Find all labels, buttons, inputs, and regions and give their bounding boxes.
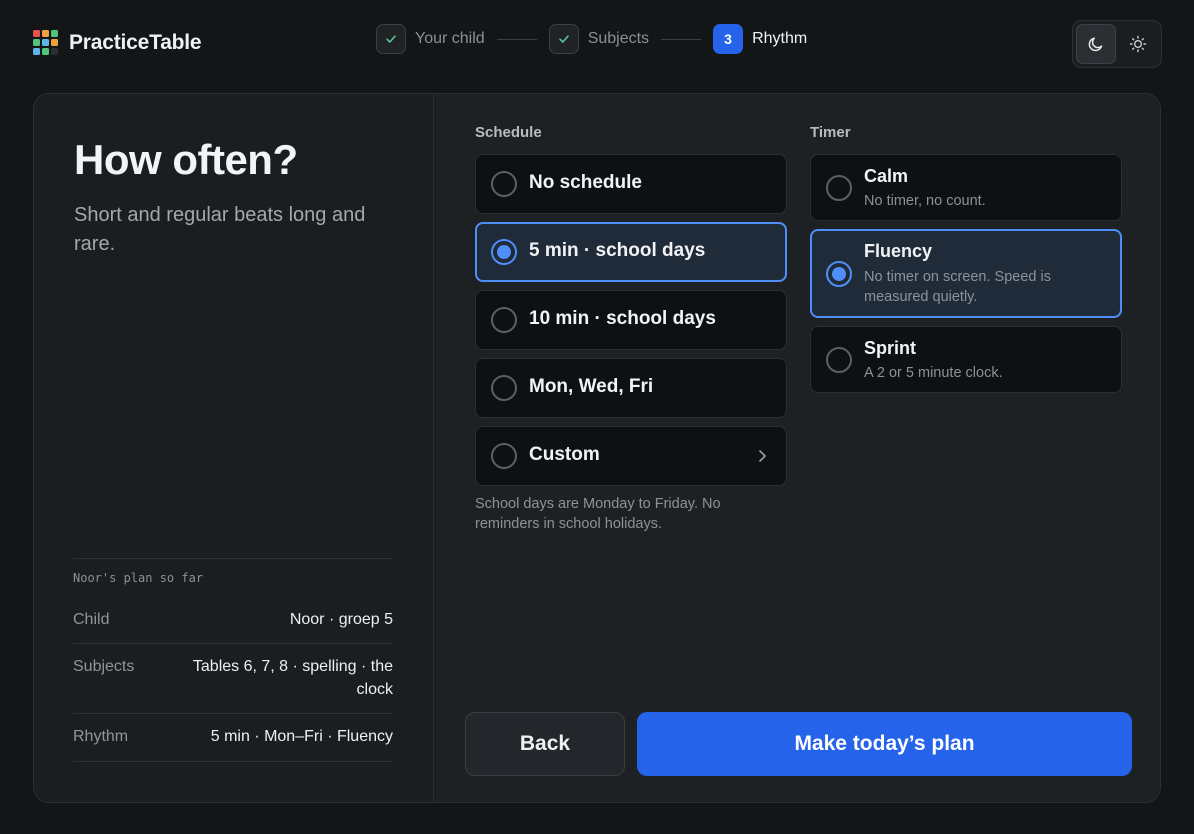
page-title: How often? [74,136,298,183]
timer-option-sprint[interactable]: Sprint A 2 or 5 minute clock. [810,326,1122,393]
radio-button-selected[interactable] [826,261,852,287]
schedule-option-10min-school-days[interactable]: 10 min · school days [475,290,787,350]
radio-button[interactable] [491,375,517,401]
radio-button[interactable] [491,171,517,197]
radio-button[interactable] [826,175,852,201]
radio-button-selected[interactable] [491,239,517,265]
summary-value: 5 min · Mon–Fri · Fluency [210,728,393,745]
chevron-right-icon [759,450,766,462]
dark-mode-button[interactable] [1076,24,1116,64]
timer-option-fluency[interactable]: Fluency No timer on screen. Speed is mea… [810,229,1122,318]
logo-tile [33,30,40,37]
logo-tile [33,48,40,55]
check-icon [548,24,579,54]
summary-value: Noor · groep 5 [289,611,393,628]
back-button[interactable]: Back [465,712,625,776]
option-description: No timer, no count. [864,193,986,209]
step-number: 3 [713,24,744,54]
app-name: PracticeTable [69,30,202,54]
summary-row-subjects: Subjects Tables 6, 7, 8 · spelling · the… [73,644,393,714]
option-label: 5 min · school days [529,240,706,261]
radio-button[interactable] [491,307,517,333]
option-label: 10 min · school days [529,308,716,329]
step-connector [496,38,537,40]
theme-toggle [1072,20,1162,68]
option-description: No timer on screen. Speed is measured qu… [864,269,1051,305]
progress-stepper: Your child Subjects 3 Rhythm [376,24,807,54]
option-label: Fluency [864,241,933,261]
sun-icon [1129,35,1147,53]
summary-key: Rhythm [73,728,129,745]
intro-panel: How often? Short and regular beats long … [34,94,434,802]
step-label: Rhythm [752,30,808,47]
step-rhythm: 3 Rhythm [713,24,807,54]
plan-summary: Noor's plan so far Child Noor · groep 5 … [73,558,393,762]
app-logo: PracticeTable [33,30,202,55]
option-label: Mon, Wed, Fri [529,376,654,397]
schedule-note: School days are Monday to Friday. No rem… [475,496,721,532]
radio-button[interactable] [826,347,852,373]
make-plan-button[interactable]: Make today’s plan [637,712,1132,776]
schedule-option-mon-wed-fri[interactable]: Mon, Wed, Fri [475,358,787,418]
summary-heading: Noor's plan so far [73,571,204,585]
logo-tile [42,48,49,55]
timer-heading: Timer [810,124,851,141]
summary-value: Tables 6, 7, 8 · spelling · the clock [192,658,393,698]
page-subtitle: Short and regular beats long and rare. [74,204,366,255]
step-subjects[interactable]: Subjects [548,24,650,54]
check-icon [376,24,406,54]
option-label: Custom [529,444,600,465]
step-connector [661,38,702,40]
logo-tile [42,39,49,46]
logo-tile [51,39,58,46]
option-label: Sprint [864,338,916,358]
schedule-heading: Schedule [475,124,542,141]
moon-icon [1088,37,1103,52]
step-label: Subjects [587,30,650,47]
step-your-child[interactable]: Your child [376,24,485,54]
option-label: No schedule [529,172,642,193]
logo-tile [51,30,58,37]
summary-row-child: Child Noor · groep 5 [73,597,393,644]
option-label: Calm [864,166,909,186]
logo-tile [51,48,58,55]
logo-grid-icon [33,30,58,55]
summary-key: Child [73,611,110,628]
radio-button[interactable] [491,443,517,469]
schedule-option-5min-school-days[interactable]: 5 min · school days [475,222,787,282]
logo-tile [33,39,40,46]
timer-option-calm[interactable]: Calm No timer, no count. [810,154,1122,221]
timer-options: Calm No timer, no count. Fluency No time… [810,154,1122,393]
options-panel: Schedule No schedule 5 min · school days… [435,94,1160,802]
schedule-option-custom[interactable]: Custom [475,426,787,486]
option-description: A 2 or 5 minute clock. [864,365,1003,381]
rhythm-card: How often? Short and regular beats long … [33,93,1161,803]
summary-key: Subjects [73,658,135,675]
schedule-option-none[interactable]: No schedule [475,154,787,214]
logo-tile [42,30,49,37]
schedule-options: No schedule 5 min · school days 10 min ·… [475,154,787,486]
light-mode-button[interactable] [1118,24,1158,64]
summary-row-rhythm: Rhythm 5 min · Mon–Fri · Fluency [73,714,393,762]
step-label: Your child [415,30,485,47]
